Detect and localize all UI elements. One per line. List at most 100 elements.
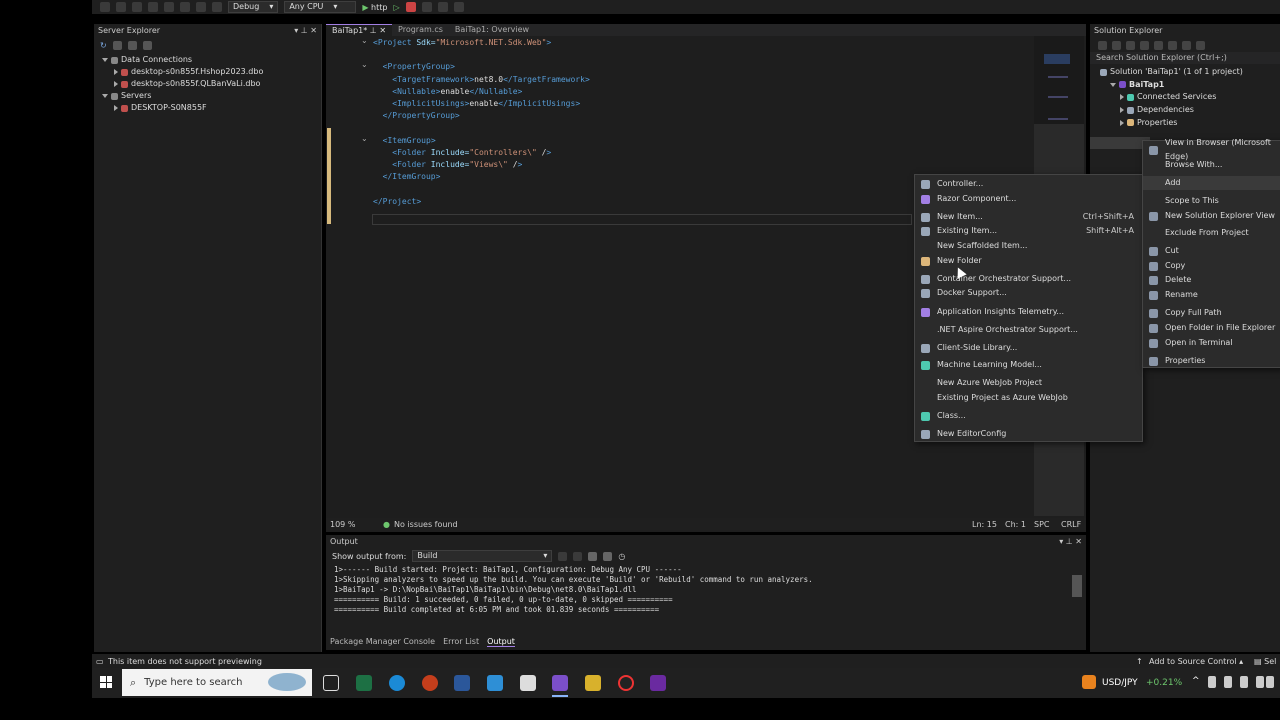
output-text[interactable]: 1>------ Build started: Project: BaiTap1… [326,563,1086,625]
ticker-symbol[interactable]: USD/JPY [1102,678,1138,688]
dropdown-icon[interactable]: ▾ [294,26,298,35]
network-icon[interactable] [1224,676,1232,688]
context-menu-item[interactable]: Exclude From Project [1143,226,1280,240]
code-line[interactable]: </ItemGroup> [373,172,441,181]
ticker-icon[interactable] [1082,675,1096,689]
add-menu-item[interactable]: Machine Learning Model... [915,358,1142,372]
toggle-wrap-icon[interactable] [603,551,613,561]
start-without-debug-icon[interactable]: ▷ [393,3,399,12]
toolbar-extra-icon[interactable] [453,2,464,12]
add-menu-item[interactable]: New EditorConfig [915,427,1142,441]
open-icon[interactable] [148,2,158,12]
code-line[interactable]: <TargetFramework > net8.0</TargetFramework… [373,75,590,84]
selected-tree-item[interactable] [1090,137,1150,149]
solution-tree-item[interactable]: Dependencies [1090,104,1280,117]
clear-all-icon[interactable] [573,551,583,561]
code-line[interactable]: <ImplicitUsings>enable</ImplicitUsings> [373,99,580,108]
zoom-level[interactable]: 109 % [330,520,355,529]
windows-start-icon[interactable] [100,676,112,688]
language-icon[interactable] [1256,676,1264,688]
solution-tree-item[interactable]: Connected Services [1090,91,1280,104]
tray-chevron-icon[interactable]: ^ [1192,676,1200,686]
context-menu-item[interactable]: Scope to This [1143,194,1280,208]
add-menu-item[interactable]: Class... [915,409,1142,423]
add-menu-item[interactable]: Existing Project as Azure WebJob [915,391,1142,405]
code-line[interactable]: <Folder Include="Views\" /> [373,160,522,169]
add-menu-item[interactable]: Controller... [915,177,1142,191]
wrench-icon[interactable] [1196,40,1205,50]
document-tab[interactable]: Program.cs [392,24,449,36]
refresh-icon[interactable]: ↻ [100,41,107,50]
code-line[interactable]: <Nullable>enable</Nullable> [373,87,522,96]
task-view-icon[interactable] [323,675,339,691]
fold-collapse-icon[interactable]: ⌄ [361,36,368,45]
add-menu-item[interactable]: New Azure WebJob Project [915,376,1142,390]
collapsed-arrow-icon[interactable] [114,69,118,75]
document-tab[interactable]: BaiTap1: Overview [449,24,535,36]
issues-status[interactable]: No issues found [394,520,458,529]
context-menu-item[interactable]: Copy [1143,259,1280,273]
code-line[interactable]: <ItemGroup> [373,136,436,145]
back-icon[interactable] [100,2,110,12]
volume-icon[interactable] [1240,676,1248,688]
close-icon[interactable]: ✕ [1075,537,1082,546]
solution-tree-item[interactable]: Solution 'BaiTap1' (1 of 1 project) [1090,66,1280,79]
document-tab[interactable]: BaiTap1* ⊥ ✕ [326,24,393,36]
add-menu-item[interactable]: Razor Component... [915,192,1142,206]
browser-link-icon[interactable] [437,2,448,12]
redo-icon[interactable] [212,2,222,12]
bottom-tab[interactable]: Package Manager Console [330,637,435,646]
add-menu-item[interactable]: Existing Item... Shift+Alt+A [915,224,1142,238]
forward-icon[interactable] [116,2,126,12]
powerpoint-icon[interactable] [422,675,438,691]
context-menu-item[interactable]: Open in Terminal [1143,336,1280,350]
line-number[interactable]: Ln: 15 [972,520,997,529]
clock-icon[interactable]: ◷ [618,552,625,561]
azure-icon[interactable] [142,40,152,50]
add-menu-item[interactable]: Application Insights Telemetry... [915,305,1142,319]
code-line[interactable]: <Project Sdk="Microsoft.NET.Sdk.Web"> [373,38,551,47]
collapsed-arrow-icon[interactable] [114,105,118,111]
context-menu-item[interactable]: Rename [1143,288,1280,302]
clock-icon[interactable] [1266,676,1274,688]
hot-reload-icon[interactable] [405,2,416,12]
code-line[interactable]: <PropertyGroup> [373,62,455,71]
add-menu-item[interactable]: Client-Side Library... [915,341,1142,355]
save-icon[interactable] [164,2,174,12]
word-wrap-icon[interactable] [588,551,598,561]
word-icon[interactable] [454,675,470,691]
collapsed-arrow-icon[interactable] [1120,119,1124,126]
context-menu-item[interactable]: Properties [1143,354,1280,368]
context-menu-item[interactable]: Delete [1143,273,1280,287]
terminal-app-icon[interactable] [650,675,666,691]
tree-item[interactable]: Servers [94,90,321,102]
column-number[interactable]: Ch: 1 [1005,520,1026,529]
chrome-icon[interactable] [618,675,634,691]
app-icon[interactable] [585,675,601,691]
context-menu-item[interactable]: New Solution Explorer View [1143,209,1280,223]
taskbar-search-input[interactable]: ⌕ Type here to search [122,669,312,696]
add-menu-item[interactable]: Docker Support... [915,286,1142,300]
whitespace-mode[interactable]: SPC [1034,520,1050,529]
battery-icon[interactable] [1208,676,1216,688]
pin-icon[interactable]: ⊥ [367,26,379,35]
tree-item[interactable]: desktop-s0n855f.Hshop2023.dbo [94,66,321,78]
excel-icon[interactable] [356,675,372,691]
run-button[interactable]: ▶ http [362,3,387,12]
collapsed-arrow-icon[interactable] [114,81,118,87]
fold-collapse-icon[interactable]: ⌄ [361,134,368,143]
pin-icon[interactable]: ⊥ [301,26,308,35]
add-source-control-button[interactable]: Add to Source Control ▴ [1149,657,1243,666]
add-menu-item[interactable]: New Scaffolded Item... [915,239,1142,253]
collapse-all-icon[interactable] [1168,40,1177,50]
bottom-tab[interactable]: Output [487,637,515,647]
edge-icon[interactable] [389,675,405,691]
back-icon[interactable] [1098,40,1107,50]
close-icon[interactable]: ✕ [379,26,386,35]
find-icon[interactable] [558,551,568,561]
vscode-icon[interactable] [487,675,503,691]
context-menu-item[interactable]: Cut [1143,244,1280,258]
pending-changes-icon[interactable] [1140,40,1149,50]
connect-database-icon[interactable] [112,40,122,50]
bottom-tab[interactable]: Error List [443,637,479,646]
